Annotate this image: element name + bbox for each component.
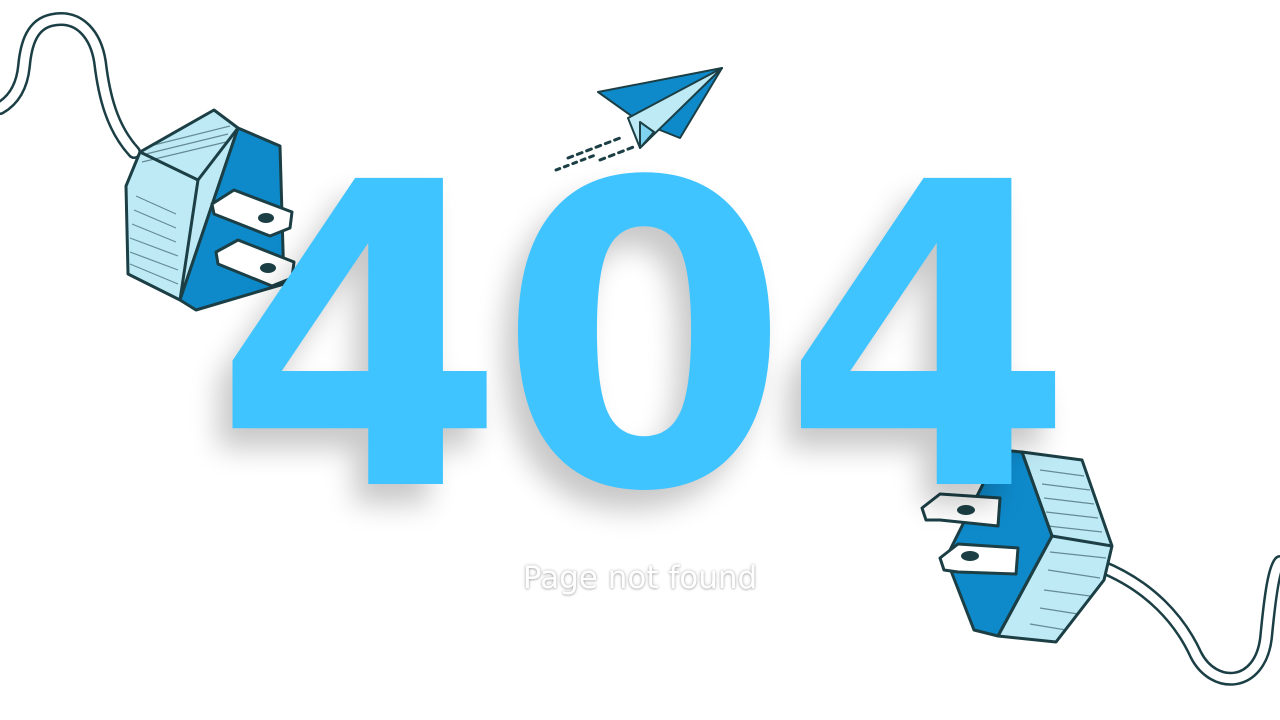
error-page: 404 Page not found bbox=[0, 0, 1280, 720]
error-code: 404 bbox=[213, 95, 1075, 584]
error-message: Page not found bbox=[522, 560, 758, 596]
